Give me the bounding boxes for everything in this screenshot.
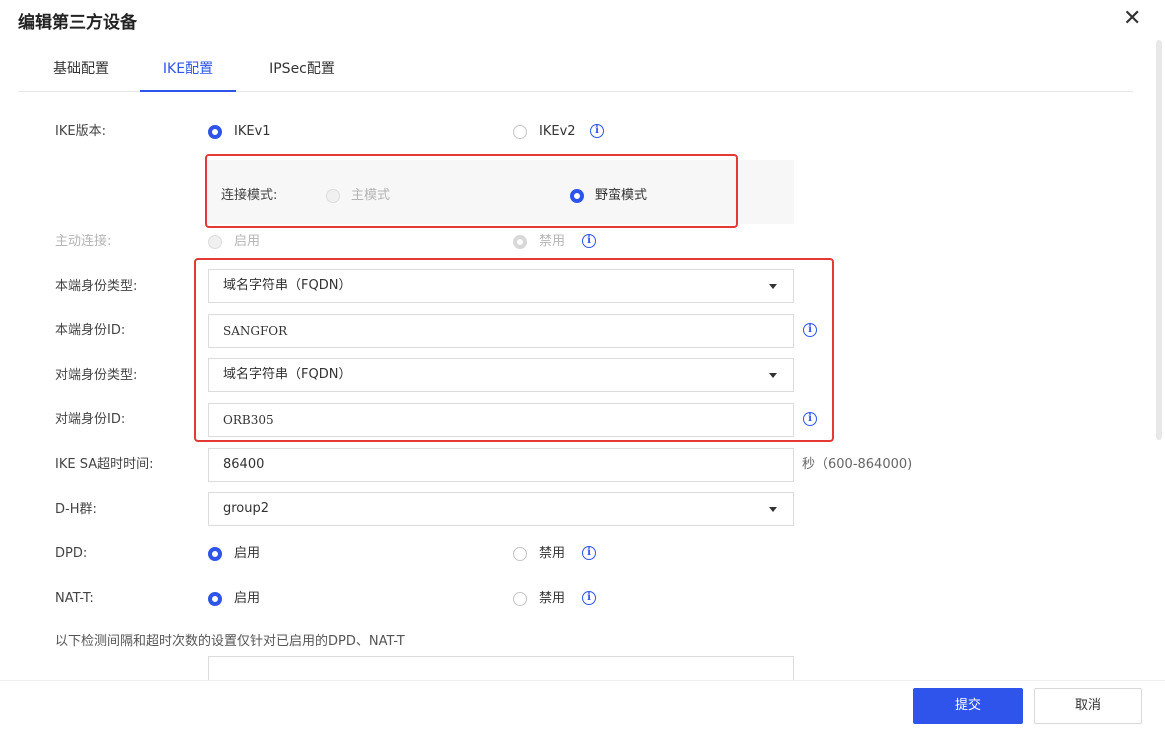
detection-interval-input[interactable] bbox=[208, 656, 794, 680]
dh-group-value: group2 bbox=[223, 501, 270, 516]
ike-sa-timeout-input[interactable]: 86400 bbox=[208, 448, 794, 482]
dpd-enable-radio[interactable] bbox=[208, 547, 222, 561]
submit-button[interactable]: 提交 bbox=[913, 688, 1023, 724]
tab-ipsec-config[interactable]: IPSec配置 bbox=[250, 52, 354, 92]
scrollbar[interactable] bbox=[1156, 40, 1162, 440]
nat-t-disable-radio[interactable] bbox=[513, 592, 527, 606]
dpd-disable-radio[interactable] bbox=[513, 547, 527, 561]
active-connect-disable-label: 禁用 bbox=[539, 234, 566, 249]
nat-t-enable-label: 启用 bbox=[234, 591, 261, 606]
info-icon[interactable]: i bbox=[582, 234, 596, 248]
dpd-label: DPD: bbox=[55, 546, 88, 561]
nat-t-disable-label: 禁用 bbox=[539, 591, 566, 606]
tab-bar: 基础配置 IKE配置 IPSec配置 bbox=[18, 52, 1133, 92]
ike-version-label: IKE版本: bbox=[55, 124, 106, 139]
highlight-box-connect-mode bbox=[205, 154, 738, 228]
chevron-down-icon bbox=[769, 507, 777, 512]
dh-group-select[interactable]: group2 bbox=[208, 492, 794, 526]
close-icon[interactable]: ✕ bbox=[1123, 6, 1141, 32]
active-connect-enable-radio[interactable] bbox=[208, 235, 222, 249]
ikev2-radio[interactable] bbox=[513, 125, 527, 139]
peer-id-type-label: 对端身份类型: bbox=[55, 368, 138, 383]
active-connect-disable-radio[interactable] bbox=[513, 235, 527, 249]
detection-note: 以下检测间隔和超时次数的设置仅针对已启用的DPD、NAT-T bbox=[55, 634, 405, 649]
dpd-enable-label: 启用 bbox=[234, 546, 261, 561]
cancel-button[interactable]: 取消 bbox=[1034, 688, 1142, 724]
local-id-type-label: 本端身份类型: bbox=[55, 279, 138, 294]
peer-id-label: 对端身份ID: bbox=[55, 412, 126, 427]
ikev1-label: IKEv1 bbox=[234, 124, 271, 139]
info-icon[interactable]: i bbox=[590, 124, 604, 138]
info-icon[interactable]: i bbox=[582, 591, 596, 605]
ike-sa-timeout-hint: 秒（600-864000) bbox=[802, 457, 913, 472]
active-connect-enable-label: 启用 bbox=[234, 234, 261, 249]
highlight-box-identity bbox=[194, 258, 834, 442]
dpd-disable-label: 禁用 bbox=[539, 546, 566, 561]
info-icon[interactable]: i bbox=[582, 546, 596, 560]
dialog-title: 编辑第三方设备 bbox=[18, 13, 137, 33]
ikev1-radio[interactable] bbox=[208, 125, 222, 139]
tab-basic-config[interactable]: 基础配置 bbox=[26, 52, 136, 92]
active-connect-label: 主动连接: bbox=[55, 234, 112, 249]
nat-t-enable-radio[interactable] bbox=[208, 592, 222, 606]
nat-t-label: NAT-T: bbox=[55, 591, 94, 606]
local-id-label: 本端身份ID: bbox=[55, 323, 126, 338]
ikev2-label: IKEv2 bbox=[539, 124, 576, 139]
ike-sa-timeout-label: IKE SA超时时间: bbox=[55, 457, 154, 472]
tab-ike-config[interactable]: IKE配置 bbox=[140, 52, 236, 92]
dh-group-label: D-H群: bbox=[55, 502, 97, 517]
